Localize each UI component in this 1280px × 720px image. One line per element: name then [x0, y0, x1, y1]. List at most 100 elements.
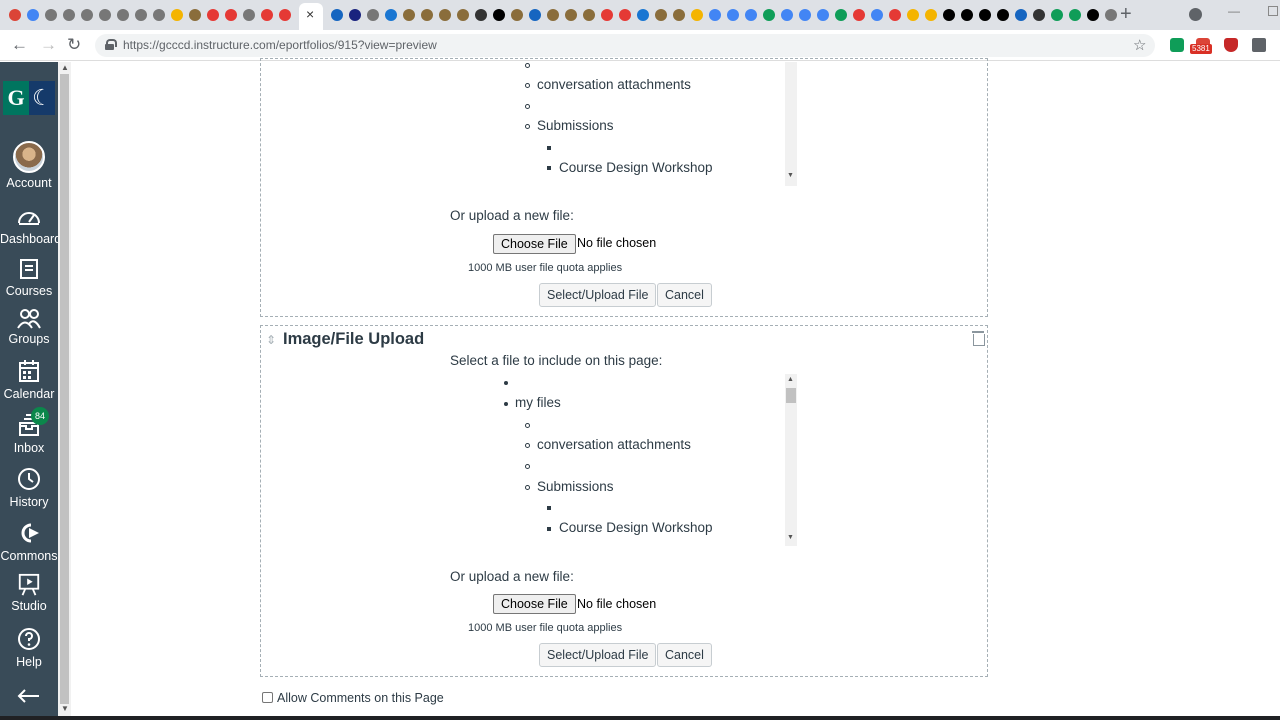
tab-favicon-icon[interactable] [279, 9, 291, 21]
reload-icon[interactable]: ↻ [67, 35, 81, 55]
tab-favicon-icon[interactable] [421, 9, 433, 21]
tab-favicon-icon[interactable] [1051, 9, 1063, 21]
scroll-down-icon[interactable]: ▼ [61, 704, 69, 713]
tab-favicon-icon[interactable] [871, 9, 883, 21]
extensions-puzzle-icon[interactable] [1252, 38, 1266, 52]
scrollbar-thumb[interactable] [60, 74, 69, 704]
tab-favicon-icon[interactable] [619, 9, 631, 21]
tab-favicon-icon[interactable] [45, 9, 57, 21]
maximize-window-icon[interactable] [1268, 6, 1278, 16]
tab-favicon-icon[interactable] [745, 9, 757, 21]
tab-favicon-icon[interactable] [781, 9, 793, 21]
tree-scrollbar[interactable]: ▼ [785, 62, 797, 186]
tab-favicon-icon[interactable] [475, 9, 487, 21]
tab-favicon-icon[interactable] [331, 9, 343, 21]
url-text[interactable]: https://gcccd.instructure.com/eportfolio… [123, 38, 437, 52]
tab-favicon-icon[interactable] [63, 9, 75, 21]
tab-favicon-icon[interactable] [99, 9, 111, 21]
tab-favicon-icon[interactable] [171, 9, 183, 21]
tab-favicon-icon[interactable] [439, 9, 451, 21]
scroll-up-icon[interactable]: ▲ [61, 63, 69, 72]
tab-favicon-icon[interactable] [835, 9, 847, 21]
select-upload-file-button[interactable]: Select/Upload File [539, 283, 657, 307]
tab-favicon-icon[interactable] [385, 9, 397, 21]
collapse-nav-icon[interactable] [17, 688, 41, 704]
tab-favicon-icon[interactable] [529, 9, 541, 21]
tab-favicon-icon[interactable] [117, 9, 129, 21]
select-upload-file-button[interactable]: Select/Upload File [539, 643, 657, 667]
bookmark-star-icon[interactable]: ☆ [1133, 36, 1146, 54]
tab-favicon-icon[interactable] [493, 9, 505, 21]
tab-favicon-icon[interactable] [135, 9, 147, 21]
page-scrollbar[interactable]: ▲ ▼ [58, 62, 71, 716]
tree-folder-course[interactable]: Course Design Workshop [559, 520, 713, 535]
minimize-window-icon[interactable]: — [1228, 4, 1240, 18]
tree-scroll-up-icon[interactable]: ▲ [787, 376, 794, 383]
forward-icon[interactable]: → [40, 35, 57, 55]
nav-account[interactable]: Account [0, 141, 58, 190]
tree-folder-submissions[interactable]: Submissions [537, 479, 614, 494]
new-tab-icon[interactable]: + [1120, 4, 1132, 24]
tree-scroll-down-icon[interactable]: ▼ [787, 172, 794, 179]
tab-favicon-icon[interactable] [889, 9, 901, 21]
back-icon[interactable]: ← [11, 35, 28, 55]
choose-file-button[interactable]: Choose File [493, 594, 576, 614]
tab-favicon-icon[interactable] [691, 9, 703, 21]
tab-favicon-icon[interactable] [961, 9, 973, 21]
tab-favicon-icon[interactable] [907, 9, 919, 21]
choose-file-button[interactable]: Choose File [493, 234, 576, 254]
tab-favicon-icon[interactable] [565, 9, 577, 21]
profile-icon[interactable] [1189, 8, 1202, 21]
tab-favicon-icon[interactable] [943, 9, 955, 21]
tab-favicon-icon[interactable] [655, 9, 667, 21]
tab-favicon-icon[interactable] [601, 9, 613, 21]
tree-scroll-thumb[interactable] [786, 388, 796, 403]
tree-folder-submissions[interactable]: Submissions [537, 118, 614, 133]
tab-favicon-icon[interactable] [9, 9, 21, 21]
tab-favicon-icon[interactable] [925, 9, 937, 21]
tab-favicon-icon[interactable] [979, 9, 991, 21]
nav-dashboard[interactable]: Dashboard [0, 205, 61, 246]
tab-favicon-icon[interactable] [153, 9, 165, 21]
tab-favicon-icon[interactable] [403, 9, 415, 21]
tree-folder-my-files[interactable]: my files [515, 395, 561, 410]
cancel-button[interactable]: Cancel [657, 283, 712, 307]
tab-favicon-icon[interactable] [817, 9, 829, 21]
tab-favicon-icon[interactable] [637, 9, 649, 21]
nav-commons[interactable]: Commons [0, 521, 58, 563]
delete-trash-icon[interactable] [972, 331, 985, 346]
tab-favicon-icon[interactable] [763, 9, 775, 21]
tab-favicon-icon[interactable] [189, 9, 201, 21]
close-tab-icon[interactable]: × [306, 7, 314, 21]
tab-favicon-icon[interactable] [207, 9, 219, 21]
tab-favicon-icon[interactable] [243, 9, 255, 21]
nav-calendar[interactable]: Calendar [0, 359, 58, 401]
nav-inbox[interactable]: 84 Inbox [0, 407, 58, 455]
tab-favicon-icon[interactable] [1105, 9, 1117, 21]
tab-favicon-icon[interactable] [225, 9, 237, 21]
tab-favicon-icon[interactable] [1069, 9, 1081, 21]
tab-favicon-icon[interactable] [367, 9, 379, 21]
tab-favicon-icon[interactable] [457, 9, 469, 21]
drag-handle-icon[interactable]: ⇕ [266, 333, 276, 348]
tab-favicon-icon[interactable] [547, 9, 559, 21]
tab-favicon-icon[interactable] [81, 9, 93, 21]
tree-folder-conversation-attachments[interactable]: conversation attachments [537, 77, 691, 92]
tab-favicon-icon[interactable] [727, 9, 739, 21]
allow-comments-checkbox[interactable] [262, 692, 273, 703]
tab-favicon-icon[interactable] [673, 9, 685, 21]
institution-logo[interactable]: G ☾ [3, 81, 55, 115]
nav-courses[interactable]: Courses [0, 257, 58, 298]
tree-scrollbar[interactable]: ▲ ▼ [785, 374, 797, 546]
nav-history[interactable]: History [0, 467, 58, 509]
tab-favicon-icon[interactable] [1087, 9, 1099, 21]
tab-favicon-icon[interactable] [583, 9, 595, 21]
tab-favicon-icon[interactable] [709, 9, 721, 21]
tab-favicon-icon[interactable] [349, 9, 361, 21]
extension-shield-icon[interactable] [1224, 38, 1238, 52]
tab-favicon-icon[interactable] [997, 9, 1009, 21]
tab-favicon-icon[interactable] [799, 9, 811, 21]
tree-folder-conversation-attachments[interactable]: conversation attachments [537, 437, 691, 452]
nav-studio[interactable]: Studio [0, 573, 58, 613]
tab-favicon-icon[interactable] [511, 9, 523, 21]
